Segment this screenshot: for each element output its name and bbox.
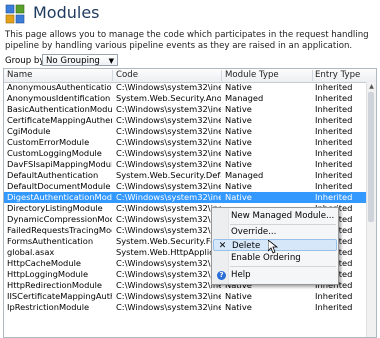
scrollbar-thumb[interactable]	[368, 92, 374, 222]
cell-name: global.asax	[7, 247, 55, 257]
page-header: Modules	[0, 0, 380, 30]
help-icon: ?	[216, 269, 227, 281]
cell-code: C:\Windows\system32\inetsrv...	[116, 203, 221, 213]
cell-module-type: Managed	[225, 170, 264, 180]
cell-name: DigestAuthenticationModule	[7, 192, 112, 202]
cell-module-type: Native	[225, 82, 252, 92]
cell-code: System.Web.Security.FormsA...	[116, 236, 221, 246]
table-row[interactable]: CertificateMappingAuthentica... C:\Window…	[4, 115, 376, 126]
cell-code: C:\Windows\system32\inetsrv...	[116, 181, 221, 191]
cell-code: C:\Windows\system32\inetsrv...	[116, 104, 221, 114]
cell-name: IISCertificateMappingAuthenti...	[7, 291, 112, 301]
column-header-code[interactable]: Code	[116, 70, 138, 80]
grouping-toolbar: Group by: No Grouping ▼	[3, 54, 375, 68]
menu-item-label: Override...	[231, 227, 277, 237]
menu-item-label: Enable Ordering	[231, 253, 301, 263]
cell-name: DynamicCompressionModule	[7, 214, 112, 224]
cell-name: AnonymousAuthenticationMo...	[7, 82, 112, 92]
table-row[interactable]: CustomErrorModule C:\Windows\system32\ine…	[4, 137, 376, 148]
table-row[interactable]: DigestAuthenticationModule C:\Windows\sys…	[4, 192, 376, 203]
list-header: Name Code Module Type Entry Type	[4, 69, 376, 83]
menu-item-label: Delete	[232, 241, 261, 251]
cell-name: IpRestrictionModule	[7, 302, 90, 312]
cell-code: System.Web.Security.DefaultA...	[116, 170, 221, 180]
table-row[interactable]: DavFSIsapiMappingModule C:\Windows\system…	[4, 159, 376, 170]
table-row[interactable]: AnonymousAuthenticationMo... C:\Windows\s…	[4, 82, 376, 93]
menu-separator	[230, 266, 336, 267]
table-row[interactable]: IISCertificateMappingAuthenti... C:\Windo…	[4, 291, 376, 302]
cell-module-type: Native	[225, 181, 252, 191]
table-row[interactable]: CgiModule C:\Windows\system32\inetsrv... N…	[4, 126, 376, 137]
cell-code: C:\Windows\system32\inetsrv...	[116, 302, 221, 312]
cell-code: C:\Windows\system32\inetsrv...	[116, 258, 221, 268]
cell-code: C:\Windows\system32\inetsrv...	[116, 214, 221, 224]
menu-item-label: Help	[231, 270, 251, 280]
cell-code: C:\Windows\system32\inetsrv...	[116, 291, 221, 301]
modules-list[interactable]: Name Code Module Type Entry Type Anonymo…	[3, 68, 377, 338]
cell-module-type: Native	[225, 126, 252, 136]
table-row[interactable]: AnonymousIdentification System.Web.Securi…	[4, 93, 376, 104]
cell-module-type: Native	[225, 159, 252, 169]
group-by-dropdown[interactable]: No Grouping ▼	[42, 54, 118, 66]
table-row[interactable]: DefaultAuthentication System.Web.Security…	[4, 170, 376, 181]
cell-module-type: Managed	[225, 93, 264, 103]
cell-module-type: Native	[225, 115, 252, 125]
cell-code: C:\Windows\system32\inetsrv...	[116, 137, 221, 147]
cell-code: C:\Windows\system32\inetsrv...	[116, 280, 221, 290]
cell-module-type: Native	[225, 291, 252, 301]
group-by-label: Group by:	[5, 56, 47, 66]
cell-name: FailedRequestsTracingModule	[7, 225, 112, 235]
table-row[interactable]: IpRestrictionModule C:\Windows\system32\i…	[4, 302, 376, 313]
cell-code: System.Web.Security.Anonym...	[116, 93, 221, 103]
cell-code: C:\Windows\system32\inetsrv...	[116, 159, 221, 169]
table-row[interactable]: DefaultDocumentModule C:\Windows\system32…	[4, 181, 376, 192]
cell-name: HttpRedirectionModule	[7, 280, 103, 290]
cell-name: BasicAuthenticationModule	[7, 104, 112, 114]
cell-code: C:\Windows\system32\inetsrv...	[116, 82, 221, 92]
cell-code: C:\Windows\system32\inetsrv...	[116, 148, 221, 158]
page-title: Modules	[33, 3, 100, 22]
table-row[interactable]: CustomLoggingModule C:\Windows\system32\i…	[4, 148, 376, 159]
cell-name: CertificateMappingAuthentica...	[7, 115, 112, 125]
cell-code: C:\Windows\system32\inetsrv...	[116, 269, 221, 279]
menu-item-override[interactable]: Override...	[213, 226, 337, 238]
column-header-module-type[interactable]: Module Type	[225, 70, 279, 80]
menu-separator	[230, 224, 336, 225]
cell-name: HttpLoggingModule	[7, 269, 89, 279]
cell-code: C:\Windows\system32\inetsrv...	[116, 192, 221, 202]
cell-name: DefaultDocumentModule	[7, 181, 111, 191]
scroll-up-icon[interactable]: ▲	[367, 82, 376, 91]
menu-item-label: New Managed Module...	[231, 211, 335, 221]
dropdown-arrow-icon[interactable]: ▼	[109, 55, 114, 67]
cell-name: DefaultAuthentication	[7, 170, 99, 180]
cell-name: HttpCacheModule	[7, 258, 81, 268]
modules-icon	[5, 4, 25, 24]
column-header-name[interactable]: Name	[7, 70, 32, 80]
cell-module-type: Native	[225, 104, 252, 114]
cell-module-type: Native	[225, 148, 252, 158]
cell-code: System.Web.HttpApplication	[116, 247, 221, 257]
cell-name: CustomLoggingModule	[7, 148, 102, 158]
group-by-value: No Grouping	[46, 56, 100, 66]
cell-module-type: Native	[225, 192, 252, 202]
cell-name: CustomErrorModule	[7, 137, 90, 147]
vertical-scrollbar[interactable]: ▲	[366, 82, 376, 337]
cell-name: CgiModule	[7, 126, 51, 136]
column-header-entry-type[interactable]: Entry Type	[315, 70, 360, 80]
table-row[interactable]: BasicAuthenticationModule C:\Windows\syst…	[4, 104, 376, 115]
cell-name: AnonymousIdentification	[7, 93, 111, 103]
cell-code: C:\Windows\system32\inetsrv...	[116, 115, 221, 125]
menu-item-help[interactable]: ? Help	[213, 269, 337, 281]
mouse-cursor-icon	[268, 240, 278, 254]
cell-code: C:\Windows\system32\inetsrv...	[116, 126, 221, 136]
cell-module-type: Native	[225, 137, 252, 147]
cell-code: C:\Windows\system32\inetsrv...	[116, 225, 221, 235]
delete-x-icon: ✕	[218, 241, 227, 251]
cell-name: FormsAuthentication	[7, 236, 94, 246]
cell-name: DirectoryListingModule	[7, 203, 103, 213]
cell-module-type: Native	[225, 302, 252, 312]
cell-name: DavFSIsapiMappingModule	[7, 159, 112, 169]
menu-item-new-managed-module[interactable]: New Managed Module...	[213, 210, 337, 222]
page-description: This page allows you to manage the code …	[5, 30, 369, 51]
